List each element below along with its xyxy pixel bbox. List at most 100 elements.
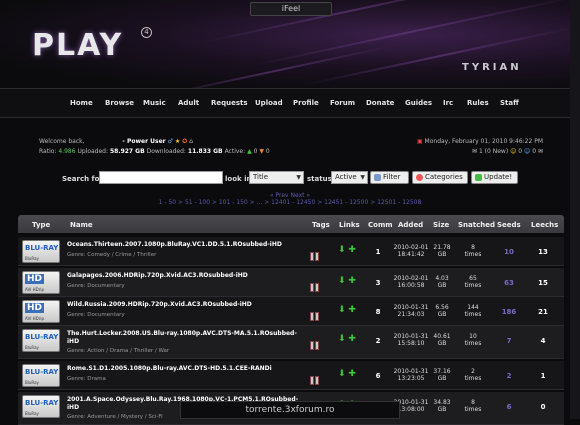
download-icon[interactable]: ⬇ (338, 245, 346, 255)
torrent-genre: Genre: Documentary (67, 312, 125, 318)
col-snatched[interactable]: Snatched (458, 221, 495, 229)
leechs-count[interactable]: 21 (528, 308, 558, 316)
leechs-count[interactable]: 4 (528, 337, 558, 345)
link-icons: ⬇ ✚ (338, 335, 356, 344)
nav-home[interactable]: Home (70, 99, 93, 107)
table-row[interactable]: HD AVI HDrip Wild.Russia.2009.HDRip.720p.X… (18, 297, 564, 326)
categories-icon (416, 174, 423, 181)
nav-rules[interactable]: Rules (467, 99, 489, 107)
torrent-name[interactable]: Rome.S1.D1.2005.1080p.Blu-ray.AVC.DTS-HD… (67, 365, 302, 373)
col-name[interactable]: Name (70, 221, 93, 229)
size-unit: GB (437, 311, 447, 318)
leechs-count[interactable]: 13 (528, 248, 558, 256)
download-icon[interactable]: ⬇ (338, 305, 346, 315)
format-thumbnail[interactable]: HD AVI HDrip (22, 300, 60, 323)
bookmark-add-icon[interactable]: ✚ (348, 305, 356, 315)
seeds-count[interactable]: 2 (494, 372, 524, 380)
prev-next[interactable]: « Prev Next » (0, 192, 580, 199)
nav-upload[interactable]: Upload (255, 99, 283, 107)
table-row[interactable]: HD AVI HDrip Galapagos.2006.HDRip.720p.Xvi… (18, 268, 564, 297)
torrent-name[interactable]: Galapagos.2006.HDRip.720p.Xvid.AC3.ROsub… (67, 272, 302, 280)
table-row[interactable]: BLU-RAY BluRay The.Hurt.Locker.2008.US.Blu… (18, 326, 564, 359)
downloaded-label: Downloaded: (146, 148, 186, 155)
seeds-count[interactable]: 186 (494, 308, 524, 316)
seeds-count[interactable]: 63 (494, 279, 524, 287)
torrent-genre: Genre: Drama (67, 376, 106, 382)
leechs-count[interactable]: 1 (528, 372, 558, 380)
comments-count[interactable]: 6 (363, 372, 393, 380)
size-unit: GB (437, 340, 447, 347)
envelope-icon[interactable]: ✉ (538, 148, 543, 155)
nav-forum[interactable]: Forum (330, 99, 355, 107)
nav-music[interactable]: Music (143, 99, 166, 107)
leechs-count[interactable]: 0 (528, 403, 558, 411)
update-button[interactable]: Update! (471, 171, 518, 184)
col-comm[interactable]: Comm (368, 221, 393, 229)
nav-guides[interactable]: Guides (405, 99, 432, 107)
seeds-count[interactable]: 6 (494, 403, 524, 411)
comments-count[interactable]: 3 (363, 279, 393, 287)
table-row[interactable]: BLU-RAY BluRay Rome.S1.D1.2005.1080p.Blu-r… (18, 361, 564, 390)
active-down: 0 (265, 148, 270, 155)
top-box[interactable]: iFeel (250, 2, 332, 16)
bookmark-add-icon[interactable]: ✚ (348, 369, 356, 379)
tag-icons (310, 370, 320, 389)
col-size[interactable]: Size (433, 221, 449, 229)
nav-browse[interactable]: Browse (105, 99, 134, 107)
format-thumbnail[interactable]: BLU-RAY BluRay (22, 395, 60, 418)
format-label: BLU-RAY (25, 244, 59, 252)
page-links[interactable]: 1 - 50 > 51 - 100 > 101 - 150 > ... > 12… (0, 199, 580, 206)
scrollbar[interactable] (570, 0, 580, 419)
footer-url[interactable]: torrente.3xforum.ro (180, 401, 400, 419)
categories-button[interactable]: Categories (412, 171, 468, 184)
torrent-name[interactable]: The.Hurt.Locker.2008.US.Blu-ray.1080p.AV… (67, 330, 302, 346)
nav-staff[interactable]: Staff (500, 99, 519, 107)
link-icons: ⬇ ✚ (338, 246, 356, 255)
nav-irc[interactable]: Irc (443, 99, 453, 107)
col-type[interactable]: Type (32, 221, 50, 229)
format-thumbnail[interactable]: HD AVI HDrip (22, 271, 60, 294)
snatched-unit: times (464, 311, 482, 318)
comments-count[interactable]: 1 (363, 248, 393, 256)
seeds-count[interactable]: 10 (494, 248, 524, 256)
table-row[interactable]: BLU-RAY BluRay Oceans.Thirteen.2007.1080p.… (18, 237, 564, 266)
site-logo[interactable]: PLAY (32, 28, 123, 63)
added-time: 15:58:10 (397, 340, 425, 347)
format-thumbnail[interactable]: BLU-RAY BluRay (22, 329, 60, 352)
comments-count[interactable]: 2 (363, 337, 393, 345)
nav-donate[interactable]: Donate (366, 99, 394, 107)
calendar-icon: ▣ (416, 138, 423, 145)
comments-count[interactable]: 8 (363, 308, 393, 316)
format-thumbnail[interactable]: BLU-RAY BluRay (22, 364, 60, 387)
col-added[interactable]: Added (398, 221, 423, 229)
seeds-count[interactable]: 7 (494, 337, 524, 345)
bookmark-add-icon[interactable]: ✚ (348, 245, 356, 255)
torrent-name[interactable]: Oceans.Thirteen.2007.1080p.BluRay.VC1.DD… (67, 241, 302, 249)
site-header: iFeel PLAY 4 TYRIAN (0, 0, 580, 88)
col-seeds[interactable]: Seeds (497, 221, 521, 229)
nav-profile[interactable]: Profile (293, 99, 319, 107)
leechs-count[interactable]: 15 (528, 279, 558, 287)
status-value: Active (335, 173, 357, 181)
status-select[interactable]: Active ▼ (331, 171, 368, 184)
nav-requests[interactable]: Requests (211, 99, 248, 107)
bookmark-add-icon[interactable]: ✚ (348, 276, 356, 286)
added-time: 18:41:42 (397, 251, 425, 258)
look-in-select[interactable]: Title ▼ (249, 171, 304, 184)
filter-button[interactable]: Filter (370, 171, 409, 184)
bookmark-add-icon[interactable]: ✚ (348, 334, 356, 344)
search-input[interactable] (99, 171, 223, 184)
nav-adult[interactable]: Adult (178, 99, 199, 107)
size-unit: GB (437, 375, 447, 382)
download-icon[interactable]: ⬇ (338, 334, 346, 344)
added-time: 16:00:58 (397, 282, 425, 289)
mail-icon[interactable]: ✉ (472, 148, 477, 155)
download-icon[interactable]: ⬇ (338, 369, 346, 379)
download-icon[interactable]: ⬇ (338, 276, 346, 286)
col-leechs[interactable]: Leechs (531, 221, 558, 229)
messages-count[interactable]: 1 (0 New) (479, 148, 508, 155)
torrent-name[interactable]: Wild.Russia.2009.HDRip.720p.Xvid.AC3.ROs… (67, 301, 302, 309)
tag-icons (310, 335, 320, 354)
bonus-count: 0 (518, 148, 523, 155)
format-thumbnail[interactable]: BLU-RAY BluRay (22, 240, 60, 263)
